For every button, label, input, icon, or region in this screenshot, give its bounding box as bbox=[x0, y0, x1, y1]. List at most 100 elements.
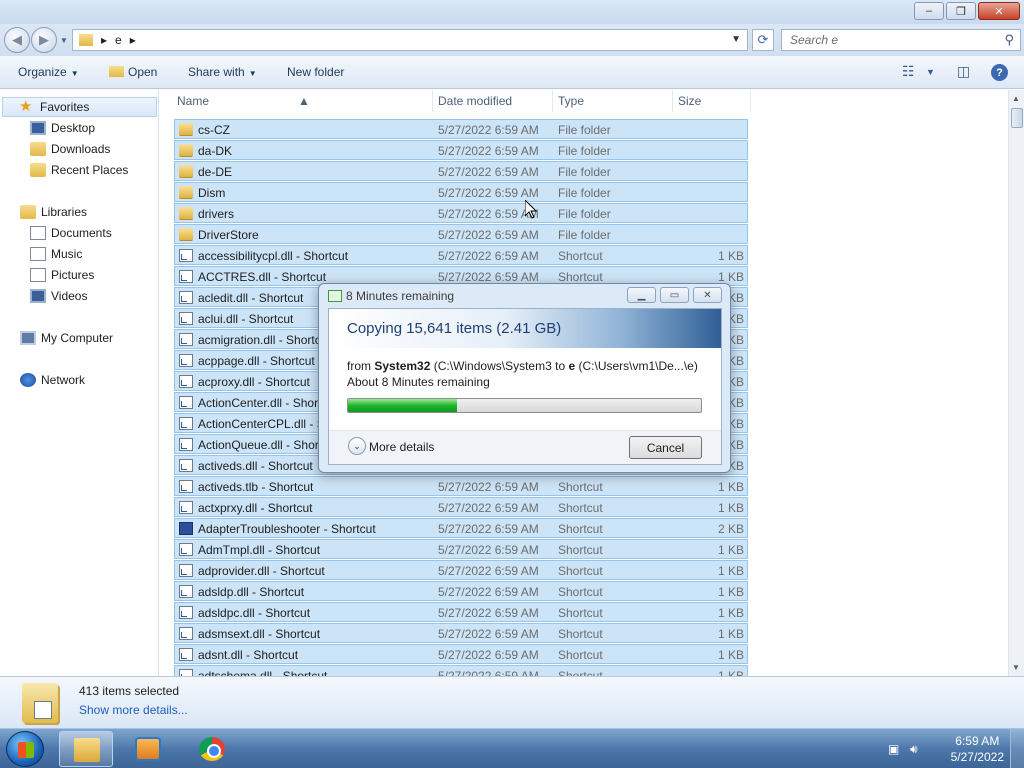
file-type: Shortcut bbox=[558, 585, 603, 599]
selection-thumbnail-icon bbox=[22, 683, 58, 723]
taskbar-media-player[interactable] bbox=[121, 731, 175, 767]
file-type: Shortcut bbox=[558, 522, 603, 536]
nav-libraries[interactable]: Libraries bbox=[20, 202, 87, 222]
file-row[interactable]: accessibilitycpl.dll - Shortcut 5/27/2022… bbox=[174, 245, 748, 265]
dialog-close-button[interactable]: ✕ bbox=[693, 287, 722, 303]
refresh-button[interactable]: ⟳ bbox=[752, 29, 774, 51]
nav-recent-places[interactable]: Recent Places bbox=[30, 160, 128, 180]
destination-name-link[interactable]: e bbox=[568, 359, 575, 373]
view-dropdown-icon[interactable]: ▼ bbox=[926, 67, 935, 77]
more-details-label[interactable]: More details bbox=[369, 440, 434, 454]
address-field[interactable]: ▸ e ▸ ▼ bbox=[72, 29, 748, 51]
address-dropdown-icon[interactable]: ▼ bbox=[731, 34, 741, 45]
file-row[interactable]: adsldp.dll - Shortcut 5/27/2022 6:59 AM Sh… bbox=[174, 581, 748, 601]
file-row[interactable]: adsmsext.dll - Shortcut 5/27/2022 6:59 AM… bbox=[174, 623, 748, 643]
show-more-details-link[interactable]: Show more details... bbox=[79, 703, 188, 717]
file-row[interactable]: adsldpc.dll - Shortcut 5/27/2022 6:59 AM S… bbox=[174, 602, 748, 622]
file-row[interactable]: activeds.tlb - Shortcut 5/27/2022 6:59 AM… bbox=[174, 476, 748, 496]
file-row[interactable]: AdapterTroubleshooter - Shortcut 5/27/202… bbox=[174, 518, 748, 538]
clock[interactable]: 6:59 AM 5/27/2022 bbox=[951, 733, 1004, 765]
file-row[interactable]: da-DK 5/27/2022 6:59 AM File folder bbox=[174, 140, 748, 160]
music-icon bbox=[30, 247, 46, 261]
network-tray-icon[interactable]: ▣ bbox=[888, 742, 902, 756]
nav-downloads[interactable]: Downloads bbox=[30, 139, 110, 159]
dialog-maximize-button[interactable]: ▭ bbox=[660, 287, 689, 303]
dialog-window-controls: ▁ ▭ ✕ bbox=[623, 287, 722, 303]
view-options-icon[interactable]: ☷ bbox=[902, 63, 915, 80]
file-row[interactable]: DriverStore 5/27/2022 6:59 AM File folder bbox=[174, 224, 748, 244]
nav-documents[interactable]: Documents bbox=[30, 223, 112, 243]
breadcrumb-item-e[interactable]: e bbox=[115, 33, 122, 47]
file-type: Shortcut bbox=[558, 543, 603, 557]
help-icon[interactable]: ? bbox=[991, 64, 1008, 81]
recent-places-icon bbox=[30, 163, 46, 177]
minimize-button[interactable]: ‒ bbox=[914, 2, 944, 20]
file-size: 1 KB bbox=[717, 543, 744, 557]
close-button[interactable]: ✕ bbox=[978, 2, 1020, 20]
dialog-minimize-button[interactable]: ▁ bbox=[627, 287, 656, 303]
breadcrumb-separator-icon[interactable]: ▸ bbox=[101, 33, 107, 47]
file-row[interactable]: adsnt.dll - Shortcut 5/27/2022 6:59 AM Sho… bbox=[174, 644, 748, 664]
file-size: 1 KB bbox=[717, 270, 744, 284]
column-header-name[interactable]: Name bbox=[177, 94, 209, 108]
search-input[interactable]: Search e ⚲ bbox=[781, 29, 1021, 51]
source-name-link[interactable]: System32 bbox=[374, 359, 430, 373]
nav-favorites[interactable]: ★ Favorites bbox=[2, 97, 157, 117]
title-bar: ‒ ❐ ✕ bbox=[0, 0, 1024, 24]
start-button[interactable] bbox=[6, 731, 44, 767]
file-type: Shortcut bbox=[558, 606, 603, 620]
show-desktop-button[interactable] bbox=[1010, 729, 1024, 768]
preview-pane-icon[interactable]: ◫ bbox=[957, 63, 970, 80]
file-name: acproxy.dll - Shortcut bbox=[198, 375, 310, 389]
folder-icon bbox=[179, 207, 193, 220]
nav-videos[interactable]: Videos bbox=[30, 286, 87, 306]
taskbar-explorer[interactable] bbox=[59, 731, 113, 767]
column-header-size[interactable]: Size bbox=[678, 94, 701, 108]
nav-desktop[interactable]: Desktop bbox=[30, 118, 95, 138]
shortcut-icon bbox=[179, 417, 193, 430]
more-details-button[interactable]: ⌄ bbox=[348, 437, 366, 455]
maximize-button[interactable]: ❐ bbox=[946, 2, 976, 20]
breadcrumb-separator-icon[interactable]: ▸ bbox=[130, 33, 136, 47]
nav-my-computer[interactable]: My Computer bbox=[20, 328, 113, 348]
clock-date: 5/27/2022 bbox=[950, 750, 1004, 764]
nav-pictures[interactable]: Pictures bbox=[30, 265, 94, 285]
file-row[interactable]: drivers 5/27/2022 6:59 AM File folder bbox=[174, 203, 748, 223]
file-date: 5/27/2022 6:59 AM bbox=[438, 186, 539, 200]
folder-icon bbox=[179, 228, 193, 241]
scrollbar-thumb[interactable] bbox=[1011, 108, 1023, 128]
cancel-button[interactable]: Cancel bbox=[629, 436, 702, 459]
open-button[interactable]: Open bbox=[109, 65, 157, 79]
file-type: File folder bbox=[558, 207, 611, 221]
search-icon[interactable]: ⚲ bbox=[1004, 32, 1014, 48]
scroll-up-icon[interactable]: ▲ bbox=[1012, 94, 1020, 103]
nav-label: Music bbox=[51, 247, 83, 261]
forward-button[interactable]: ▶ bbox=[31, 27, 57, 53]
volume-icon[interactable]: 🔊︎ bbox=[910, 742, 924, 756]
file-row[interactable]: AdmTmpl.dll - Shortcut 5/27/2022 6:59 AM S… bbox=[174, 539, 748, 559]
file-size: 1 KB bbox=[717, 564, 744, 578]
column-header-type[interactable]: Type bbox=[558, 94, 584, 108]
taskbar-chrome[interactable] bbox=[185, 731, 239, 767]
column-header-date[interactable]: Date modified bbox=[438, 94, 512, 108]
file-row[interactable]: actxprxy.dll - Shortcut 5/27/2022 6:59 AM… bbox=[174, 497, 748, 517]
file-size: 1 KB bbox=[717, 669, 744, 676]
file-row[interactable]: adprovider.dll - Shortcut 5/27/2022 6:59 … bbox=[174, 560, 748, 580]
new-folder-button[interactable]: New folder bbox=[287, 65, 344, 79]
nav-music[interactable]: Music bbox=[30, 244, 82, 264]
file-row[interactable]: Dism 5/27/2022 6:59 AM File folder bbox=[174, 182, 748, 202]
file-type: File folder bbox=[558, 165, 611, 179]
nav-network[interactable]: Network bbox=[20, 370, 85, 390]
file-row[interactable]: de-DE 5/27/2022 6:59 AM File folder bbox=[174, 161, 748, 181]
file-name: accessibilitycpl.dll - Shortcut bbox=[198, 249, 349, 263]
organize-button[interactable]: Organize ▼ bbox=[18, 65, 79, 79]
scroll-down-icon[interactable]: ▼ bbox=[1012, 663, 1020, 672]
sort-ascending-icon: ▲ bbox=[298, 94, 310, 108]
file-row[interactable]: adtschema.dll - Shortcut 5/27/2022 6:59 A… bbox=[174, 665, 748, 676]
file-row[interactable]: cs-CZ 5/27/2022 6:59 AM File folder bbox=[174, 119, 748, 139]
share-with-button[interactable]: Share with ▼ bbox=[188, 65, 257, 79]
back-button[interactable]: ◀ bbox=[4, 27, 30, 53]
recent-pages-dropdown[interactable]: ▼ bbox=[60, 36, 68, 45]
navigation-pane: ★ Favorites Desktop Downloads Recent Plac… bbox=[0, 90, 159, 676]
vertical-scrollbar[interactable]: ▲ ▼ bbox=[1008, 90, 1024, 676]
